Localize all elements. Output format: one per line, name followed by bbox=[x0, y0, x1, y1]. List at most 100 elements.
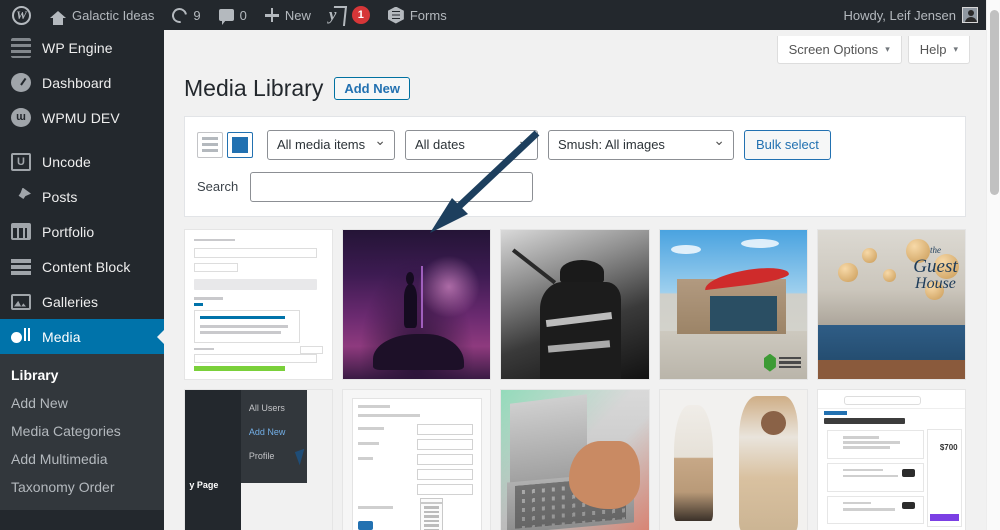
submenu-item-taxonomy-order[interactable]: Taxonomy Order bbox=[0, 473, 164, 501]
media-toolbar: All media items All dates Smush: All ima… bbox=[184, 115, 966, 217]
media-type-filter[interactable]: All media items bbox=[267, 129, 395, 160]
submenu-item-label: Add Multimedia bbox=[11, 451, 108, 467]
comments-icon bbox=[218, 9, 234, 25]
thumbnail-image bbox=[343, 390, 491, 530]
new-content-menu[interactable]: New bbox=[256, 0, 320, 30]
thumbnail-image bbox=[659, 390, 807, 530]
gravity-forms-menu[interactable]: Forms bbox=[379, 0, 456, 30]
sidebar-item-content-block[interactable]: Content Block bbox=[0, 249, 164, 284]
smush-filter[interactable]: Smush: All images bbox=[548, 129, 734, 160]
grid-view-icon[interactable] bbox=[227, 131, 253, 158]
sidebar-item-media[interactable]: Media bbox=[0, 319, 164, 354]
home-icon bbox=[50, 10, 66, 25]
media-submenu: Library Add New Media Categories Add Mul… bbox=[0, 354, 164, 510]
date-filter-wrap: All dates bbox=[405, 129, 538, 160]
submenu-item-label: Taxonomy Order bbox=[11, 479, 115, 495]
site-name-menu[interactable]: Galactic Ideas bbox=[41, 0, 163, 30]
guest-house-line-3: House bbox=[915, 274, 956, 292]
submenu-item-label: Add New bbox=[11, 395, 68, 411]
sidebar-item-label: WPMU DEV bbox=[42, 109, 120, 126]
sidebar-item-posts[interactable]: Posts bbox=[0, 179, 164, 214]
sidebar-item-dashboard[interactable]: Dashboard bbox=[0, 65, 164, 100]
submenu-item-add-multimedia[interactable]: Add Multimedia bbox=[0, 445, 164, 473]
thumbnail-image bbox=[501, 229, 649, 380]
media-item-wp-engine-add-features-screenshot[interactable]: $700 bbox=[816, 389, 966, 530]
sidebar-item-wp-engine[interactable]: WP Engine bbox=[0, 30, 164, 65]
wp-engine-price-label: $700 bbox=[939, 442, 958, 452]
submenu-item-add-new[interactable]: Add New bbox=[0, 389, 164, 417]
view-switch bbox=[197, 131, 253, 158]
date-filter[interactable]: All dates bbox=[405, 129, 538, 160]
sidebar-item-label: WP Engine bbox=[42, 39, 113, 56]
list-view-icon[interactable] bbox=[197, 131, 223, 158]
scrollbar-thumb[interactable] bbox=[990, 10, 999, 195]
gravity-forms-icon bbox=[387, 6, 404, 24]
medical-investment-properties-logo bbox=[763, 353, 801, 372]
submenu-item-label: Media Categories bbox=[11, 423, 121, 439]
help-button[interactable]: Help ▾ bbox=[907, 36, 970, 64]
media-item-fashion-models-photo[interactable] bbox=[658, 389, 808, 530]
media-item-firefighter-photo[interactable] bbox=[500, 228, 650, 381]
media-item-the-guest-house-interior-photo[interactable]: the Guest House bbox=[816, 228, 966, 381]
guest-house-logo: the Guest House bbox=[913, 242, 957, 292]
sidebar-item-wpmu-dev[interactable]: ɯ WPMU DEV bbox=[0, 100, 164, 135]
media-item-laptop-typing-hands-photo[interactable] bbox=[500, 389, 650, 530]
comments-menu[interactable]: 0 bbox=[210, 0, 256, 30]
submenu-item-library[interactable]: Library bbox=[0, 361, 164, 389]
search-input[interactable] bbox=[250, 171, 534, 202]
media-item-medical-investment-properties-photo[interactable] bbox=[658, 228, 808, 381]
thumbnail-image bbox=[501, 390, 649, 530]
howdy-label: Howdy, Leif Jensen bbox=[843, 7, 957, 23]
galleries-icon bbox=[11, 293, 31, 310]
bulk-select-button[interactable]: Bulk select bbox=[744, 129, 831, 160]
media-item-purple-night-silhouette-photo[interactable] bbox=[342, 228, 492, 381]
screen-options-button[interactable]: Screen Options ▾ bbox=[776, 36, 902, 64]
sidebar-item-portfolio[interactable]: Portfolio bbox=[0, 214, 164, 249]
smush-filter-wrap: Smush: All images bbox=[548, 129, 734, 160]
posts-pin-icon bbox=[18, 187, 31, 200]
search-row: Search bbox=[197, 171, 953, 202]
dashboard-icon bbox=[11, 73, 31, 92]
sidebar-item-label: Content Block bbox=[42, 258, 131, 275]
guest-house-line-2: Guest bbox=[913, 255, 958, 277]
my-account-menu[interactable]: Howdy, Leif Jensen bbox=[835, 0, 1000, 30]
users-menu-page-label: y Page bbox=[189, 479, 219, 490]
sidebar-item-label: Posts bbox=[42, 188, 78, 205]
media-item-add-new-user-form-screenshot[interactable] bbox=[342, 389, 492, 530]
admin-sidebar-menu: WP Engine Dashboard ɯ WPMU DEV U Uncode … bbox=[0, 30, 164, 530]
updates-count: 9 bbox=[193, 7, 201, 23]
media-item-wp-users-menu-screenshot[interactable]: All Users Add New Profile y Page bbox=[184, 389, 334, 530]
yoast-seo-icon: y bbox=[329, 6, 346, 24]
updates-menu[interactable]: 9 bbox=[163, 0, 209, 30]
sidebar-item-uncode[interactable]: U Uncode bbox=[0, 144, 164, 179]
sidebar-item-label: Galleries bbox=[42, 293, 99, 310]
user-avatar-icon bbox=[962, 7, 978, 23]
yoast-seo-menu[interactable]: y 1 bbox=[320, 0, 379, 30]
sidebar-item-label: Portfolio bbox=[42, 223, 95, 240]
add-new-button[interactable]: Add New bbox=[334, 77, 410, 101]
thumbnail-image: All Users Add New Profile y Page bbox=[185, 390, 333, 530]
media-item-yoast-seo-settings-screenshot[interactable] bbox=[184, 228, 334, 381]
admin-bar: Galactic Ideas 9 0 New y 1 Forms Howdy, … bbox=[0, 0, 1000, 30]
content-block-icon bbox=[11, 259, 31, 275]
wpmu-dev-icon: ɯ bbox=[11, 108, 31, 127]
forms-label: Forms bbox=[409, 7, 447, 23]
guest-house-line-1: the bbox=[929, 244, 941, 255]
help-label: Help bbox=[919, 42, 947, 57]
submenu-item-label: Library bbox=[11, 367, 59, 383]
site-name-label: Galactic Ideas bbox=[72, 7, 155, 23]
wordpress-logo-menu[interactable] bbox=[0, 0, 41, 30]
page-scrollbar[interactable] bbox=[986, 0, 1000, 530]
portfolio-icon bbox=[11, 223, 31, 240]
plus-icon bbox=[264, 8, 279, 22]
sidebar-item-label: Uncode bbox=[42, 153, 91, 170]
thumbnail-image bbox=[185, 229, 333, 380]
sidebar-item-label: Dashboard bbox=[42, 74, 112, 91]
new-label: New bbox=[284, 7, 311, 23]
media-icon bbox=[11, 327, 31, 346]
users-menu-profile: Profile bbox=[248, 451, 275, 462]
sidebar-item-galleries[interactable]: Galleries bbox=[0, 284, 164, 319]
page-header: Media Library Add New bbox=[164, 64, 986, 116]
submenu-item-media-categories[interactable]: Media Categories bbox=[0, 417, 164, 445]
thumbnail-image bbox=[659, 229, 807, 380]
